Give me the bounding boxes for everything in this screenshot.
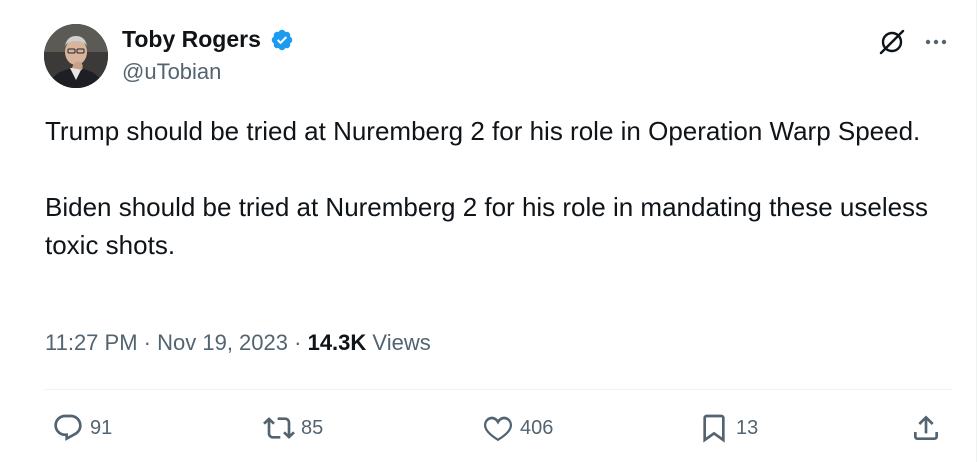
- like-count: 406: [520, 416, 554, 439]
- tweet-meta: 11:27 PM · Nov 19, 2023 · 14.3K Views: [45, 330, 431, 356]
- repost-count: 85: [301, 416, 324, 439]
- divider: [45, 389, 952, 390]
- bookmark-button[interactable]: 13: [698, 411, 758, 445]
- views-count[interactable]: 14.3K: [308, 330, 367, 355]
- author-handle[interactable]: @uTobian: [122, 59, 221, 85]
- author-name[interactable]: Toby Rogers: [122, 26, 261, 53]
- grok-icon[interactable]: [876, 26, 908, 58]
- reply-icon: [54, 414, 82, 441]
- meta-separator: ·: [143, 330, 151, 355]
- tweet-paragraph: Trump should be tried at Nuremberg 2 for…: [45, 116, 921, 146]
- tweet-time[interactable]: 11:27 PM: [45, 330, 138, 355]
- verified-badge-icon[interactable]: [270, 28, 294, 52]
- reply-button[interactable]: 91: [52, 411, 112, 445]
- meta-separator: ·: [294, 330, 302, 355]
- bookmark-count: 13: [736, 416, 759, 439]
- like-button[interactable]: 406: [482, 411, 553, 445]
- tweet-text: Trump should be tried at Nuremberg 2 for…: [45, 112, 945, 264]
- views-label: Views: [372, 330, 431, 355]
- repost-icon: [263, 417, 295, 439]
- like-icon: [483, 416, 513, 442]
- more-icon[interactable]: [920, 26, 952, 58]
- tweet-paragraph: Biden should be tried at Nuremberg 2 for…: [45, 192, 929, 260]
- tweet-date[interactable]: Nov 19, 2023: [157, 330, 288, 355]
- repost-button[interactable]: 85: [263, 411, 323, 445]
- bookmark-icon: [703, 414, 725, 443]
- tweet-card: Toby Rogers @uTobian Trump should be tri…: [0, 0, 977, 462]
- reply-count: 91: [90, 416, 113, 439]
- avatar[interactable]: [44, 24, 108, 88]
- share-icon: [914, 415, 938, 440]
- avatar-photo: [44, 24, 108, 88]
- share-button[interactable]: [910, 411, 942, 445]
